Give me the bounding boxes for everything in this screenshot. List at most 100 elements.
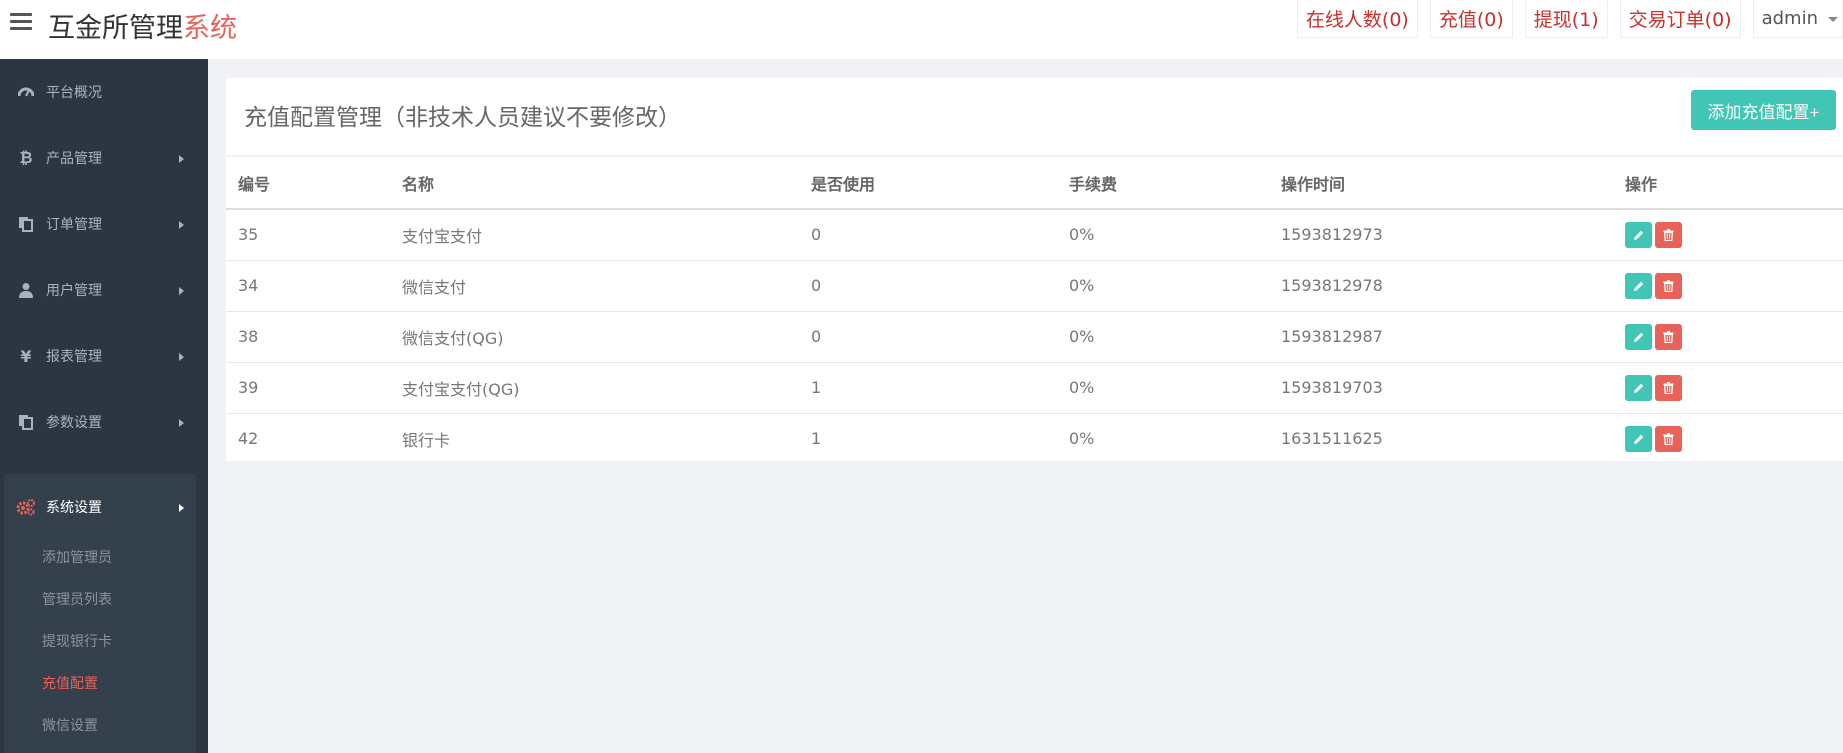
cell-actions xyxy=(1613,362,1843,414)
cell-name: 微信支付(QG) xyxy=(390,311,799,363)
trash-icon xyxy=(1663,432,1674,445)
sidebar-item-label: 参数设置 xyxy=(46,415,102,431)
gears-icon xyxy=(16,497,36,517)
col-header-time: 操作时间 xyxy=(1269,157,1613,210)
cell-time: 1593819703 xyxy=(1269,362,1613,414)
col-header-id: 编号 xyxy=(226,157,390,210)
cell-fee: 0% xyxy=(1057,311,1269,363)
sidebar-item-users[interactable]: 用户管理 xyxy=(0,257,208,323)
pencil-icon xyxy=(1633,230,1643,240)
chevron-right-icon xyxy=(179,287,184,295)
col-header-actions: 操作 xyxy=(1613,157,1843,210)
delete-button[interactable] xyxy=(1655,272,1682,299)
yen-icon: ¥ xyxy=(20,346,32,366)
sidebar-item-label: 用户管理 xyxy=(46,283,102,299)
copy-icon xyxy=(16,412,36,432)
cell-actions xyxy=(1613,209,1843,261)
cell-enabled: 0 xyxy=(799,311,1057,363)
cell-enabled: 1 xyxy=(799,362,1057,414)
top-nav: 在线人数(0) 充值(0) 提现(1) 交易订单(0) admin xyxy=(1285,0,1843,38)
edit-button[interactable] xyxy=(1625,272,1652,299)
sidebar-item-params[interactable]: 参数设置 xyxy=(0,389,208,455)
cell-time: 1593812978 xyxy=(1269,260,1613,312)
pencil-icon xyxy=(1633,332,1643,342)
recharge-config-table: 编号 名称 是否使用 手续费 操作时间 操作 35 支付宝支付 0 0% 159… xyxy=(226,157,1843,464)
cell-id: 42 xyxy=(238,429,259,449)
cell-id: 38 xyxy=(226,311,390,363)
trash-icon xyxy=(1663,279,1674,292)
caret-down-icon xyxy=(1828,17,1838,22)
user-menu[interactable]: admin xyxy=(1752,0,1843,38)
system-settings-group: 系统设置 添加管理员 管理员列表 提现银行卡 充值配置 微信设置 xyxy=(4,474,196,753)
cell-actions xyxy=(1613,311,1843,363)
cell-name: 支付宝支付(QG) xyxy=(390,362,799,414)
top-header: 互金所管理系统 在线人数(0) 充值(0) 提现(1) 交易订单(0) admi… xyxy=(0,0,1843,59)
brand-main: 互金所管理 xyxy=(48,13,183,44)
edit-button[interactable] xyxy=(1625,323,1652,350)
table-row: 35 支付宝支付 0 0% 1593812973 xyxy=(226,209,1843,261)
sidebar-item-overview[interactable]: 平台概况 xyxy=(0,59,208,125)
nav-withdraw[interactable]: 提现(1) xyxy=(1524,0,1608,38)
nav-trade-orders[interactable]: 交易订单(0) xyxy=(1619,0,1741,38)
cell-enabled: 0 xyxy=(799,209,1057,261)
submenu-add-admin[interactable]: 添加管理员 xyxy=(42,547,112,567)
edit-button[interactable] xyxy=(1625,221,1652,248)
delete-button[interactable] xyxy=(1655,425,1682,452)
cell-name: 微信支付 xyxy=(390,260,799,312)
brand-accent: 系统 xyxy=(183,13,237,44)
sidebar: 平台概况 ₿ 产品管理 订单管理 用户管理 ¥ 报表管理 参数设置 系统设置 添… xyxy=(0,59,208,753)
trash-icon xyxy=(1663,330,1674,343)
bitcoin-icon: ₿ xyxy=(19,148,33,167)
sidebar-item-orders[interactable]: 订单管理 xyxy=(0,191,208,257)
submenu-recharge-config[interactable]: 充值配置 xyxy=(42,673,98,693)
table-row: 42 银行卡 1 0% 1631511625 xyxy=(226,413,1843,464)
cell-time: 1593812973 xyxy=(1269,209,1613,261)
submenu-withdraw-cards[interactable]: 提现银行卡 xyxy=(42,631,112,651)
nav-online-users[interactable]: 在线人数(0) xyxy=(1296,0,1418,38)
cell-fee: 0% xyxy=(1057,260,1269,312)
delete-button[interactable] xyxy=(1655,221,1682,248)
sidebar-item-system-settings[interactable]: 系统设置 xyxy=(0,474,208,540)
sidebar-item-reports[interactable]: ¥ 报表管理 xyxy=(0,323,208,389)
cell-time: 1593812987 xyxy=(1269,311,1613,363)
cell-fee: 0% xyxy=(1057,209,1269,261)
trash-icon xyxy=(1663,381,1674,394)
delete-button[interactable] xyxy=(1655,323,1682,350)
cell-id: 34 xyxy=(226,260,390,312)
cell-id: 35 xyxy=(226,209,390,261)
recharge-config-panel: 充值配置管理（非技术人员建议不要修改） 添加充值配置+ 编号 名称 是否使用 手… xyxy=(226,78,1843,461)
cell-fee: 0% xyxy=(1069,429,1095,449)
cell-id: 39 xyxy=(226,362,390,414)
cell-fee: 0% xyxy=(1057,362,1269,414)
user-name: admin xyxy=(1761,8,1818,29)
col-header-fee: 手续费 xyxy=(1057,157,1269,210)
cell-enabled: 1 xyxy=(811,429,822,449)
chevron-right-icon xyxy=(179,419,184,427)
table-row: 39 支付宝支付(QG) 1 0% 1593819703 xyxy=(226,362,1843,414)
menu-toggle-icon[interactable] xyxy=(10,13,32,31)
edit-button[interactable] xyxy=(1625,425,1652,452)
brand-title: 互金所管理系统 xyxy=(48,6,237,45)
sidebar-item-label: 产品管理 xyxy=(46,151,102,167)
add-recharge-config-button[interactable]: 添加充值配置+ xyxy=(1691,90,1836,130)
submenu-wechat-settings[interactable]: 微信设置 xyxy=(42,715,98,735)
submenu-admin-list[interactable]: 管理员列表 xyxy=(42,589,112,609)
sidebar-item-products[interactable]: ₿ 产品管理 xyxy=(0,125,208,191)
delete-button[interactable] xyxy=(1655,374,1682,401)
table-row: 34 微信支付 0 0% 1593812978 xyxy=(226,260,1843,312)
user-icon xyxy=(16,280,36,300)
pencil-icon xyxy=(1633,383,1643,393)
page-title: 充值配置管理（非技术人员建议不要修改） xyxy=(244,105,681,131)
pencil-icon xyxy=(1633,434,1643,444)
copy-icon xyxy=(16,214,36,234)
col-header-name: 名称 xyxy=(390,157,799,210)
sidebar-item-label: 系统设置 xyxy=(46,500,102,516)
trash-icon xyxy=(1663,228,1674,241)
sidebar-item-label: 平台概况 xyxy=(46,85,102,101)
chevron-right-icon xyxy=(179,353,184,361)
cell-actions xyxy=(1613,413,1843,464)
nav-recharge[interactable]: 充值(0) xyxy=(1429,0,1513,38)
sidebar-item-label: 报表管理 xyxy=(46,349,102,365)
cell-actions xyxy=(1613,260,1843,312)
edit-button[interactable] xyxy=(1625,374,1652,401)
